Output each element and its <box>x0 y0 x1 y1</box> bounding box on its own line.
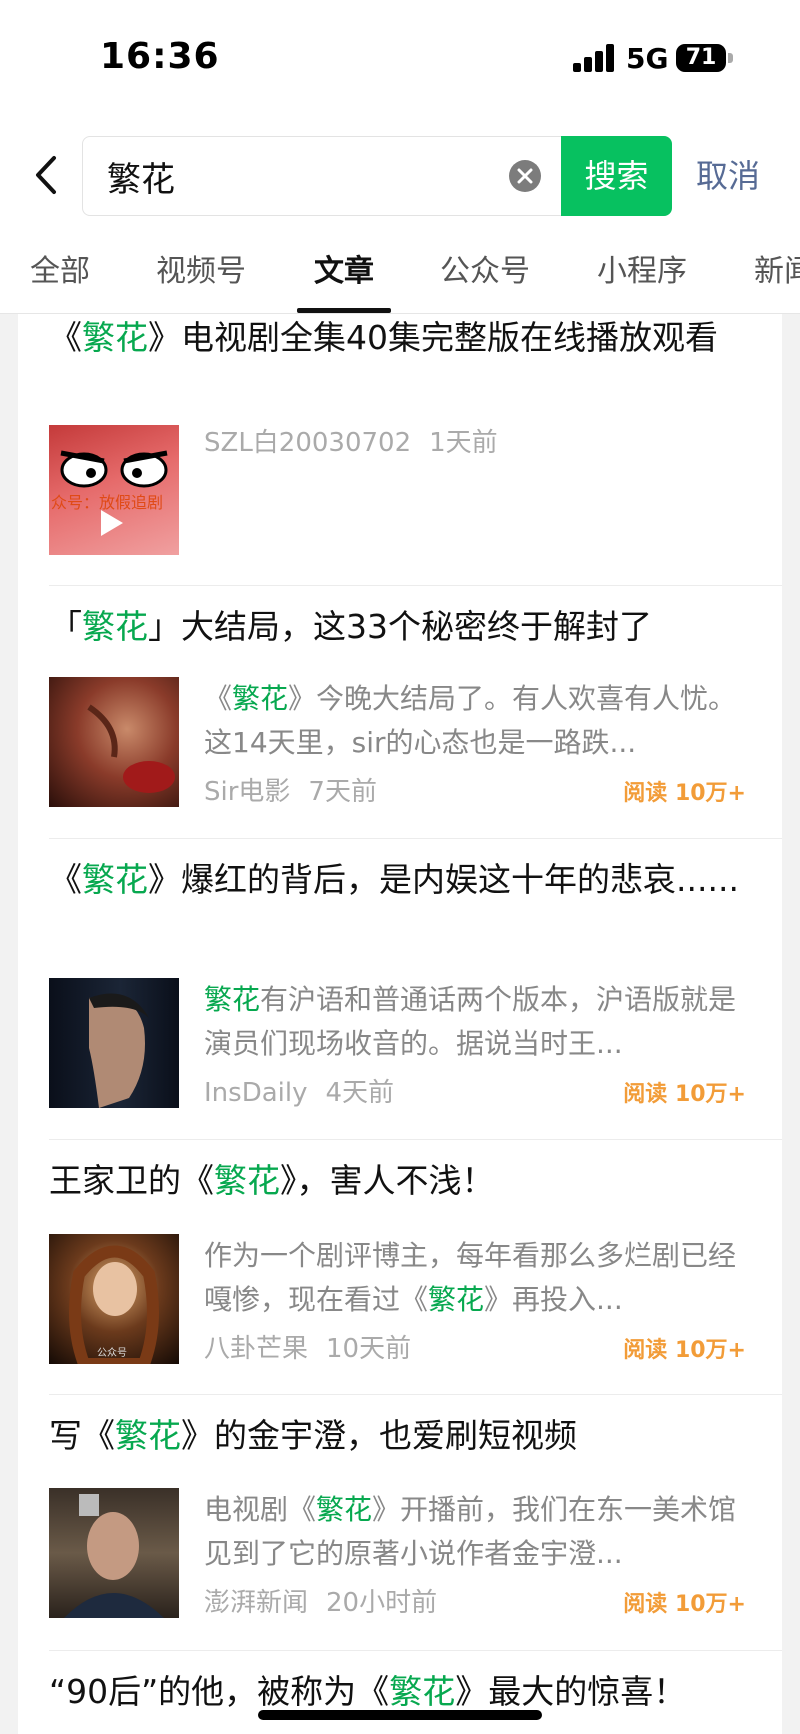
tab-mini-programs[interactable]: 小程序 <box>597 246 687 290</box>
article-author[interactable]: 澎湃新闻 <box>204 1588 308 1618</box>
article-snippet: 《繁花》今晚大结局了。有人欢喜有人忧。这14天里，sir的心态也是一路跌... <box>204 682 737 759</box>
list-item[interactable]: “90后”的他，被称为《繁花》最大的惊喜！ <box>49 1650 782 1734</box>
article-author[interactable]: Sir电影 <box>204 777 290 807</box>
home-indicator <box>258 1710 542 1720</box>
article-title[interactable]: 《繁花》电视剧全集40集完整版在线播放观看 <box>49 314 749 362</box>
actor-profile-image <box>89 993 149 1108</box>
battery-cap <box>728 53 733 63</box>
list-item[interactable]: 写《繁花》的金宇澄，也爱刷短视频 电视剧《繁花》开播前，我们在东一美术馆见到了它… <box>49 1394 782 1651</box>
active-tab-indicator <box>297 308 391 313</box>
article-snippet: 繁花有沪语和普通话两个版本，沪语版就是演员们现场收音的。据说当时王... <box>204 983 737 1060</box>
play-icon[interactable] <box>101 510 123 536</box>
status-bar: 16:36 5G 71 <box>0 0 800 118</box>
tab-articles[interactable]: 文章 <box>314 246 374 290</box>
article-thumbnail[interactable] <box>49 1488 179 1618</box>
article-title[interactable]: 《繁花》爆红的背后，是内娱这十年的悲哀...... <box>49 856 749 904</box>
search-input[interactable] <box>107 137 477 215</box>
thumbnail-watermark: 公众号 <box>97 1348 127 1359</box>
article-title[interactable]: 「繁花」大结局，这33个秘密终于解封了 <box>49 603 749 651</box>
battery-icon: 71 <box>676 44 726 72</box>
article-time: 10天前 <box>326 1334 412 1364</box>
status-time: 16:36 <box>100 36 220 77</box>
tab-news[interactable]: 新闻 <box>754 246 800 290</box>
article-snippet: 作为一个剧评博主，每年看那么多烂剧已经嘎惨，现在看过《繁花》再投入... <box>204 1239 737 1316</box>
article-author[interactable]: InsDaily <box>204 1078 307 1108</box>
tab-all[interactable]: 全部 <box>30 246 90 290</box>
list-item[interactable]: 《繁花》电视剧全集40集完整版在线播放观看 众号：放假追剧 SZL白200307… <box>49 314 782 586</box>
article-meta: Sir电影 7天前 <box>204 771 377 808</box>
article-author[interactable]: SZL白20030702 <box>204 428 411 458</box>
article-thumbnail[interactable] <box>49 677 179 807</box>
article-time: 20小时前 <box>326 1588 438 1618</box>
clear-icon[interactable] <box>509 160 541 192</box>
tab-video[interactable]: 视频号 <box>156 246 246 290</box>
read-count: 阅读 10万+ <box>623 1338 746 1363</box>
article-list: 《繁花》电视剧全集40集完整版在线播放观看 众号：放假追剧 SZL白200307… <box>18 314 782 1734</box>
article-author[interactable]: 八卦芒果 <box>204 1334 308 1364</box>
article-time: 4天前 <box>325 1078 395 1108</box>
battery-level: 71 <box>685 45 717 70</box>
article-snippet: 电视剧《繁花》开播前，我们在东一美术馆见到了它的原著小说作者金宇澄... <box>204 1493 737 1570</box>
article-thumbnail[interactable]: 公众号 <box>49 1234 179 1364</box>
article-title[interactable]: 写《繁花》的金宇澄，也爱刷短视频 <box>49 1412 749 1460</box>
cancel-button[interactable]: 取消 <box>696 136 760 216</box>
list-item[interactable]: 《繁花》爆红的背后，是内娱这十年的悲哀...... 繁花有沪语和普通话两个版本，… <box>49 838 782 1140</box>
article-meta: 八卦芒果 10天前 <box>204 1328 411 1365</box>
article-title[interactable]: “90后”的他，被称为《繁花》最大的惊喜！ <box>49 1668 749 1716</box>
back-icon[interactable] <box>30 150 60 200</box>
author-portrait-image <box>64 1494 164 1618</box>
article-thumbnail[interactable] <box>49 978 179 1108</box>
article-time: 1天前 <box>429 428 498 458</box>
list-item[interactable]: 「繁花」大结局，这33个秘密终于解封了 《繁花》今晚大结局了。有人欢喜有人忧。这… <box>49 585 782 839</box>
network-label: 5G <box>626 42 669 75</box>
portrait-closeup-image <box>87 704 175 793</box>
article-meta: SZL白20030702 1天前 <box>204 422 498 459</box>
tab-official-accounts[interactable]: 公众号 <box>440 246 530 290</box>
search-button[interactable]: 搜索 <box>561 136 672 216</box>
search-box[interactable] <box>82 136 562 216</box>
article-meta: InsDaily 4天前 <box>204 1072 394 1109</box>
signal-icon <box>573 44 617 72</box>
read-count: 阅读 10万+ <box>623 1082 746 1107</box>
search-row: 搜索 取消 <box>0 118 800 238</box>
tab-bar: 全部 视频号 文章 公众号 小程序 新闻 <box>0 238 800 314</box>
read-count: 阅读 10万+ <box>623 1592 746 1617</box>
article-title[interactable]: 王家卫的《繁花》，害人不浅！ <box>49 1157 749 1205</box>
read-count: 阅读 10万+ <box>623 781 746 806</box>
article-time: 7天前 <box>308 777 377 807</box>
list-item[interactable]: 王家卫的《繁花》，害人不浅！ 公众号 作为一个剧评博主，每年看那么多烂剧已经嘎惨… <box>49 1139 782 1395</box>
article-meta: 澎湃新闻 20小时前 <box>204 1582 437 1619</box>
article-thumbnail[interactable]: 众号：放假追剧 <box>49 425 179 555</box>
results-area: 《繁花》电视剧全集40集完整版在线播放观看 众号：放假追剧 SZL白200307… <box>0 314 800 1734</box>
